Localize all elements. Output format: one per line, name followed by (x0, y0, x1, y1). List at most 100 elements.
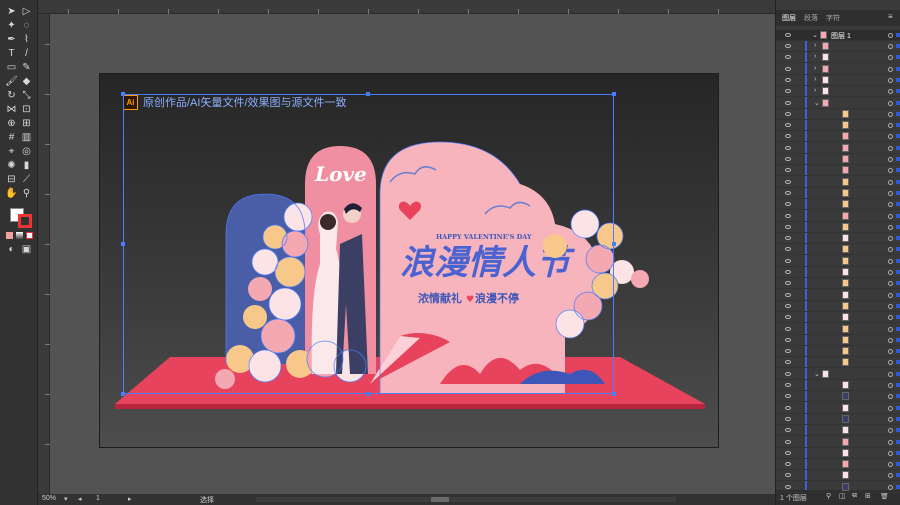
handle-top-left[interactable] (121, 92, 125, 96)
visibility-eye-icon[interactable] (785, 66, 791, 71)
target-icon[interactable] (888, 55, 893, 61)
visibility-eye-icon[interactable] (785, 270, 791, 274)
expand-chevron-icon[interactable]: ⌄ (814, 370, 820, 378)
target-icon[interactable] (888, 89, 893, 95)
target-icon[interactable] (888, 190, 893, 196)
target-icon[interactable] (888, 247, 893, 253)
zoom-level[interactable]: 50% (42, 495, 56, 502)
make-clipping-mask-icon[interactable]: ◫ (839, 492, 846, 500)
expand-chevron-icon[interactable]: › (814, 65, 816, 72)
selected-art-indicator[interactable] (896, 326, 900, 331)
shape-builder-icon[interactable]: ⊕ (4, 116, 19, 131)
symbol-sprayer-icon[interactable]: ✺ (4, 158, 19, 173)
stroke-swatch-icon[interactable] (18, 214, 32, 228)
sublayer-row[interactable] (776, 312, 900, 324)
visibility-eye-icon[interactable] (785, 326, 791, 331)
target-icon[interactable] (888, 134, 893, 140)
sublayer-row[interactable] (776, 154, 900, 165)
sublayer-row[interactable] (776, 120, 900, 132)
selection-tool-icon[interactable]: ➤ (4, 4, 19, 19)
blend-tool-icon[interactable]: ◎ (19, 144, 34, 159)
color-mode-icon[interactable] (6, 232, 13, 239)
expand-chevron-icon[interactable]: › (814, 42, 816, 49)
selected-art-indicator[interactable] (896, 190, 900, 195)
rectangle-tool-icon[interactable]: ▭ (4, 60, 19, 75)
handle-bottom-right[interactable] (612, 392, 616, 396)
curvature-tool-icon[interactable]: ⌇ (19, 32, 34, 47)
sublayer-row[interactable] (776, 403, 900, 414)
target-icon[interactable] (888, 416, 893, 422)
selected-art-indicator[interactable] (896, 439, 900, 444)
visibility-eye-icon[interactable] (785, 89, 791, 94)
scrollbar-thumb[interactable] (431, 497, 449, 502)
sublayer-row[interactable] (776, 222, 900, 233)
target-icon[interactable] (888, 168, 893, 174)
selected-art-indicator[interactable] (896, 337, 900, 342)
target-icon[interactable] (888, 179, 893, 185)
selected-art-indicator[interactable] (896, 213, 900, 218)
selected-art-indicator[interactable] (896, 157, 900, 161)
visibility-eye-icon[interactable] (785, 44, 791, 48)
visibility-eye-icon[interactable] (785, 484, 791, 489)
selected-art-indicator[interactable] (896, 55, 900, 60)
visibility-eye-icon[interactable] (785, 473, 791, 478)
layer-row-top[interactable]: ⌄ 图层 1 (776, 30, 900, 41)
visibility-eye-icon[interactable] (785, 134, 791, 139)
visibility-eye-icon[interactable] (785, 383, 791, 387)
sublayer-row[interactable] (776, 357, 900, 369)
target-icon[interactable] (888, 428, 893, 434)
target-icon[interactable] (888, 371, 893, 377)
visibility-eye-icon[interactable] (785, 247, 791, 252)
visibility-eye-icon[interactable] (785, 111, 791, 116)
sublayer-row[interactable] (776, 335, 900, 346)
visibility-eye-icon[interactable] (785, 349, 791, 354)
target-icon[interactable] (888, 100, 893, 106)
target-icon[interactable] (888, 439, 893, 445)
tab-layers[interactable]: 图层 (782, 13, 796, 23)
sublayer-row[interactable] (776, 188, 900, 199)
expand-chevron-icon[interactable]: › (814, 87, 816, 94)
sublayer-row[interactable] (776, 177, 900, 188)
tab-paragraph[interactable]: 段落 (804, 13, 818, 23)
selected-art-indicator[interactable] (896, 315, 900, 320)
visibility-eye-icon[interactable] (785, 371, 791, 376)
target-icon[interactable] (888, 66, 893, 72)
sublayer-row[interactable] (776, 256, 900, 267)
visibility-eye-icon[interactable] (785, 337, 791, 342)
target-icon[interactable] (888, 270, 893, 275)
eraser-tool-icon[interactable]: ◆ (19, 74, 34, 89)
selected-art-indicator[interactable] (896, 111, 900, 116)
perspective-grid-icon[interactable]: ⊞ (19, 116, 34, 131)
sublayer-row[interactable] (776, 459, 900, 471)
target-icon[interactable] (888, 145, 893, 151)
width-tool-icon[interactable]: ⋈ (4, 102, 19, 117)
handle-mid-left[interactable] (121, 242, 125, 246)
graph-tool-icon[interactable]: ▮ (19, 158, 34, 173)
target-icon[interactable] (888, 405, 893, 411)
sublayer-row[interactable] (776, 199, 900, 211)
target-icon[interactable] (888, 383, 893, 388)
selected-art-indicator[interactable] (896, 179, 900, 184)
sublayer-row[interactable]: › (776, 52, 900, 64)
artboard-tool-icon[interactable]: ⊟ (4, 172, 19, 187)
selected-art-indicator[interactable] (896, 224, 900, 229)
target-icon[interactable] (888, 77, 893, 83)
selected-art-indicator[interactable] (896, 303, 900, 308)
selected-art-indicator[interactable] (896, 33, 900, 37)
sublayer-row[interactable] (776, 425, 900, 437)
target-icon[interactable] (888, 236, 893, 242)
selected-art-indicator[interactable] (896, 247, 900, 252)
expand-chevron-icon[interactable]: › (814, 76, 816, 83)
selected-art-indicator[interactable] (896, 281, 900, 286)
paintbrush-tool-icon[interactable]: 🖌 (4, 74, 19, 89)
selected-art-indicator[interactable] (896, 123, 900, 128)
slice-tool-icon[interactable]: ⟋ (19, 172, 34, 187)
type-tool-icon[interactable]: T (4, 46, 19, 61)
sublayer-row[interactable] (776, 244, 900, 256)
sublayer-row[interactable]: ⌄ (776, 98, 900, 109)
expand-chevron-icon[interactable]: › (814, 53, 816, 60)
vertical-ruler[interactable] (38, 14, 50, 494)
selected-art-indicator[interactable] (896, 462, 900, 467)
selected-art-indicator[interactable] (896, 134, 900, 139)
zoom-tool-icon[interactable]: ⚲ (19, 186, 34, 201)
